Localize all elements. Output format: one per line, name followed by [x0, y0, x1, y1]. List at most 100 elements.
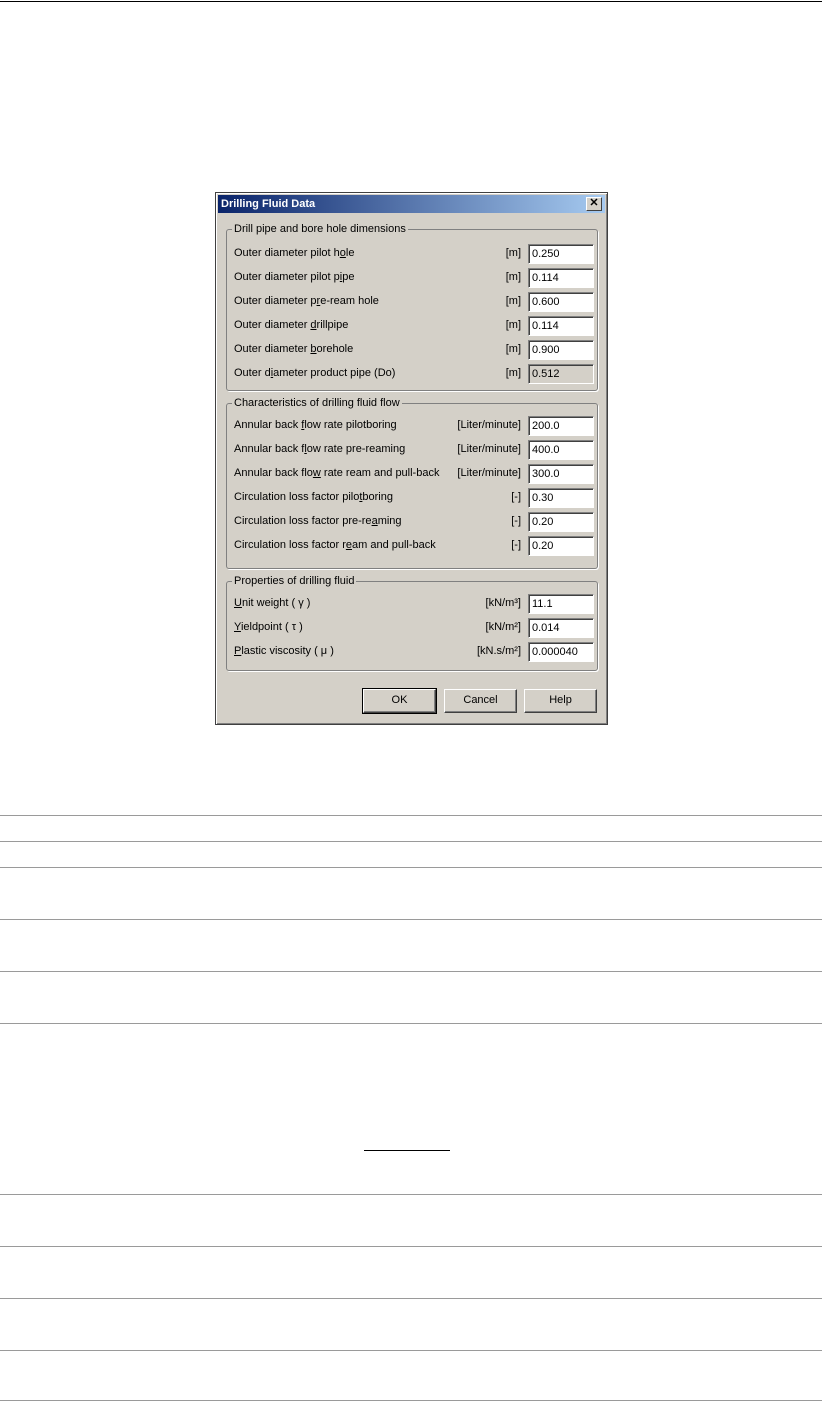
form-row: Outer diameter product pipe (Do) [m]: [234, 364, 594, 385]
group-legend: Drill pipe and bore hole dimensions: [232, 222, 408, 236]
table-rule: [0, 971, 822, 972]
form-row: Outer diameter borehole [m]: [234, 340, 594, 361]
unit-label: [Liter/minute]: [457, 467, 521, 479]
value-field[interactable]: [528, 340, 594, 360]
label-text: e-ream hole: [320, 295, 379, 307]
label-text: ming: [377, 515, 402, 527]
table-rule: [0, 1298, 822, 1299]
label-accelerator: Y: [234, 621, 241, 633]
label-text: Outer diameter pilot p: [234, 271, 340, 283]
value-field[interactable]: [528, 292, 594, 312]
value-field[interactable]: [528, 512, 594, 532]
form-row: Outer diameter pre-ream hole [m]: [234, 292, 594, 313]
label-text: low rate pilotboring: [304, 419, 397, 431]
form-row: Circulation loss factor pilotboring [-]: [234, 488, 594, 509]
table-rule: [0, 1400, 822, 1401]
value-field[interactable]: [528, 268, 594, 288]
field-label: Unit weight ( γ ): [234, 597, 310, 609]
field-label: Outer diameter pilot hole: [234, 247, 354, 259]
table-rule: [0, 841, 822, 842]
label-text: Outer d: [234, 367, 271, 379]
field-label: Annular back flow rate pilotboring: [234, 419, 397, 431]
label-text: Circulation loss factor pre-re: [234, 515, 372, 527]
cancel-button[interactable]: Cancel: [444, 689, 517, 713]
form-row: Annular back flow rate ream and pull-bac…: [234, 464, 594, 485]
label-text: rillpipe: [316, 319, 349, 331]
value-field[interactable]: [528, 618, 594, 638]
label-text: ieldpoint ( τ ): [240, 621, 303, 633]
unit-label: [m]: [505, 319, 521, 331]
field-label: Outer diameter pre-ream hole: [234, 295, 379, 307]
unit-label: [-]: [511, 539, 521, 551]
page-top-rule: [0, 1, 822, 2]
unit-label: [m]: [505, 271, 521, 283]
group-legend: Properties of drilling fluid: [232, 574, 357, 588]
value-field[interactable]: [528, 594, 594, 614]
label-text: Outer diameter: [234, 319, 311, 331]
drilling-fluid-dialog: Drilling Fluid Data ✕ Drill pipe and bor…: [215, 192, 608, 725]
table-rule: [0, 1023, 822, 1024]
field-label: Annular back flow rate ream and pull-bac…: [234, 467, 439, 479]
group-legend: Characteristics of drilling fluid flow: [232, 396, 402, 410]
form-row: Outer diameter pilot hole [m]: [234, 244, 594, 265]
table-rule: [0, 1194, 822, 1195]
value-field[interactable]: [528, 416, 594, 436]
table-rule: [0, 1350, 822, 1351]
form-row: Circulation loss factor pre-reaming [-]: [234, 512, 594, 533]
unit-label: [Liter/minute]: [457, 419, 521, 431]
field-label: Outer diameter pilot pipe: [234, 271, 354, 283]
ok-button[interactable]: OK: [362, 688, 437, 714]
unit-label: [m]: [505, 295, 521, 307]
value-field[interactable]: [528, 488, 594, 508]
help-button[interactable]: Help: [524, 689, 597, 713]
field-label: Circulation loss factor pilotboring: [234, 491, 393, 503]
table-rule: [0, 919, 822, 920]
unit-label: [kN/m²]: [485, 621, 521, 633]
label-text: ameter product pipe (Do): [273, 367, 396, 379]
group-fluid-properties: Properties of drilling fluid Unit weight…: [226, 574, 598, 671]
field-label: Circulation loss factor pre-reaming: [234, 515, 402, 527]
close-icon[interactable]: ✕: [586, 197, 602, 211]
formula-fraction-bar: [364, 1150, 450, 1151]
value-field[interactable]: [528, 464, 594, 484]
value-field[interactable]: [528, 440, 594, 460]
label-text: ow rate pre-reaming: [306, 443, 406, 455]
unit-label: [kN/m³]: [485, 597, 521, 609]
field-label: Yieldpoint ( τ ): [234, 621, 303, 633]
unit-label: [Liter/minute]: [457, 443, 521, 455]
field-label: Outer diameter product pipe (Do): [234, 367, 395, 379]
group-drilling-fluid-flow: Characteristics of drilling fluid flow A…: [226, 396, 598, 569]
label-text: Annular back flo: [234, 467, 313, 479]
label-text: Outer diameter p: [234, 295, 317, 307]
label-text: boring: [362, 491, 393, 503]
unit-label: [m]: [505, 367, 521, 379]
value-field: [528, 364, 594, 384]
label-text: Outer diameter pilot h: [234, 247, 340, 259]
form-row: Yieldpoint ( τ ) [kN/m²]: [234, 618, 594, 639]
label-text: lastic viscosity ( μ ): [241, 645, 334, 657]
form-row: Outer diameter drillpipe [m]: [234, 316, 594, 337]
label-accelerator: w: [312, 467, 321, 479]
value-field[interactable]: [528, 244, 594, 264]
label-text: pe: [342, 271, 355, 283]
unit-label: [-]: [511, 491, 521, 503]
dialog-title: Drilling Fluid Data: [221, 198, 316, 210]
value-field[interactable]: [528, 536, 594, 556]
form-row: Plastic viscosity ( μ ) [kN.s/m²]: [234, 642, 594, 663]
label-text: nit weight ( γ ): [241, 597, 311, 609]
label-text: am and pull-back: [352, 539, 436, 551]
table-rule: [0, 1246, 822, 1247]
form-row: Circulation loss factor ream and pull-ba…: [234, 536, 594, 557]
table-rule: [0, 867, 822, 868]
form-row: Annular back flow rate pre-reaming [Liter…: [234, 440, 594, 461]
label-text: Outer diameter: [234, 343, 311, 355]
field-label: Annular back flow rate pre-reaming: [234, 443, 405, 455]
dialog-titlebar: Drilling Fluid Data ✕: [218, 195, 605, 213]
form-row: Unit weight ( γ ) [kN/m³]: [234, 594, 594, 615]
field-label: Plastic viscosity ( μ ): [234, 645, 334, 657]
table-rule: [0, 815, 822, 816]
value-field[interactable]: [528, 642, 594, 662]
value-field[interactable]: [528, 316, 594, 336]
unit-label: [kN.s/m²]: [477, 645, 521, 657]
unit-label: [m]: [505, 247, 521, 259]
